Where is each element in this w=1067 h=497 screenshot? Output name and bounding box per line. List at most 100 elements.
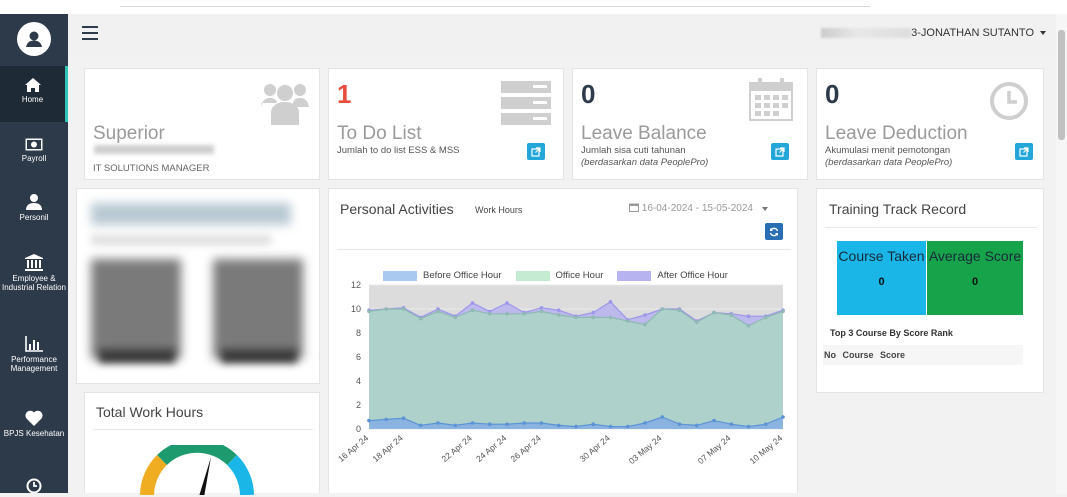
refresh-icon	[769, 227, 779, 236]
series-point	[401, 416, 406, 420]
avatar[interactable]	[17, 22, 51, 56]
series-point	[470, 301, 475, 305]
users-group-icon	[261, 84, 309, 125]
series-point	[694, 320, 699, 324]
total-work-hours-title: Total Work Hours	[96, 404, 204, 420]
x-tick-label: 30 Apr 24	[577, 433, 612, 464]
series-point	[591, 310, 596, 315]
external-link-icon	[775, 146, 785, 157]
y-tick-label: 8	[356, 328, 361, 338]
sidebar-item-personil[interactable]: Personil	[0, 194, 68, 222]
sidebar-item-bpjs-kesehatan[interactable]: BPJS Kesehatan	[0, 410, 68, 438]
superior-name-redacted	[94, 145, 214, 154]
y-tick-label: 6	[356, 352, 361, 362]
user-icon	[26, 194, 42, 210]
todo-card: 1 To Do List Jumlah to do list ESS & MSS	[328, 68, 564, 180]
x-tick-label: 18 Apr 24	[370, 433, 405, 464]
series-point	[729, 313, 734, 317]
todo-open-button[interactable]	[527, 143, 545, 160]
qr-code-redacted	[91, 259, 181, 359]
todo-title: To Do List	[337, 123, 422, 144]
legend-label: Before Office Hour	[423, 270, 502, 281]
superior-title: Superior	[93, 123, 165, 144]
series-point	[470, 308, 475, 312]
legend-swatch-office	[515, 270, 550, 281]
sidebar-item-performance-management[interactable]: Performance Management	[0, 336, 68, 373]
series-point	[505, 422, 509, 426]
average-score-label: Average Score	[928, 248, 1022, 264]
x-tick-label: 16 Apr 24	[336, 433, 371, 464]
series-point	[608, 300, 613, 304]
superior-position: IT SOLUTIONS MANAGER	[93, 163, 210, 174]
leave-balance-description: Jumlah sisa cuti tahunan	[581, 145, 686, 156]
work-hours-gauge	[140, 445, 254, 495]
legend-swatch-before	[383, 270, 417, 281]
sidebar-item-label: Payroll	[21, 154, 47, 163]
series-point	[712, 310, 716, 315]
date-range-picker[interactable]: 16-04-2024 - 15-05-2024	[629, 203, 768, 214]
qr-code-redacted	[213, 259, 303, 359]
heart-icon	[25, 410, 43, 426]
bar-chart-icon	[25, 336, 43, 352]
calendar-icon	[749, 78, 793, 121]
leave-balance-open-button[interactable]	[771, 143, 789, 160]
y-tick-label: 10	[351, 304, 361, 314]
series-point	[677, 308, 682, 312]
series-point	[522, 421, 527, 425]
sidebar-item-clock[interactable]	[0, 478, 68, 497]
training-title: Training Track Record	[829, 201, 967, 217]
leave-deduction-open-button[interactable]	[1015, 143, 1033, 160]
sidebar-item-payroll[interactable]: Payroll	[0, 138, 68, 163]
average-score-box: Average Score 0	[927, 241, 1023, 315]
scrollbar-thumb[interactable]	[1058, 30, 1065, 140]
series-point	[436, 421, 440, 425]
personal-activities-card: Personal Activities Work Hours 16-04-202…	[328, 188, 798, 493]
series-point	[470, 421, 475, 425]
calendar-icon	[629, 203, 639, 212]
sidebar-item-label: Home	[21, 95, 44, 104]
series-point	[522, 312, 527, 316]
leave-deduction-description: Akumulasi menit pemotongan	[825, 145, 951, 156]
sidebar-item-home[interactable]: Home	[0, 66, 68, 122]
external-link-icon	[1019, 146, 1029, 157]
clock-icon	[26, 478, 42, 494]
training-track-record-card: Training Track Record Course Taken 0 Ave…	[816, 188, 1044, 393]
series-point	[401, 307, 406, 311]
series-point	[781, 309, 785, 314]
column-header: Score	[880, 350, 906, 360]
legend-swatch-after	[617, 270, 652, 281]
series-point	[746, 424, 751, 429]
series-point	[556, 313, 561, 317]
series-point	[556, 308, 561, 312]
promo-title-redacted	[91, 203, 291, 225]
personal-activities-subtitle: Work Hours	[475, 205, 523, 215]
page-scrollbar[interactable]	[1056, 14, 1067, 493]
course-taken-label: Course Taken	[838, 248, 925, 264]
user-menu[interactable]: 3-JONATHAN SUTANTO	[821, 27, 1046, 39]
series-point	[643, 313, 647, 317]
sidebar-item-label: Employee & Industrial Relation	[1, 274, 67, 292]
sidebar-item-label: Performance Management	[10, 355, 58, 373]
series-point	[505, 301, 509, 305]
series-point	[591, 422, 596, 426]
store-badge-redacted[interactable]	[99, 349, 175, 363]
y-tick-label: 0	[356, 424, 361, 434]
series-point	[539, 309, 544, 314]
clock-icon	[990, 82, 1028, 120]
leave-balance-count: 0	[581, 79, 596, 109]
divider	[337, 249, 791, 250]
store-badge-redacted[interactable]	[221, 349, 297, 363]
series-point	[418, 316, 423, 321]
average-score-value: 0	[971, 276, 979, 288]
series-point	[677, 422, 682, 426]
hamburger-menu-icon[interactable]	[82, 26, 98, 40]
leave-deduction-count: 0	[825, 79, 840, 109]
divider	[93, 429, 313, 430]
x-tick-label: 10 May 24	[747, 433, 784, 466]
series-point	[418, 423, 423, 428]
superior-card: Superior IT SOLUTIONS MANAGER	[84, 68, 320, 180]
sidebar-item-employee-industrial-relation[interactable]: Employee & Industrial Relation	[0, 254, 68, 292]
refresh-button[interactable]	[765, 223, 783, 240]
series-point	[487, 312, 492, 316]
x-tick-label: 07 May 24	[696, 433, 733, 466]
